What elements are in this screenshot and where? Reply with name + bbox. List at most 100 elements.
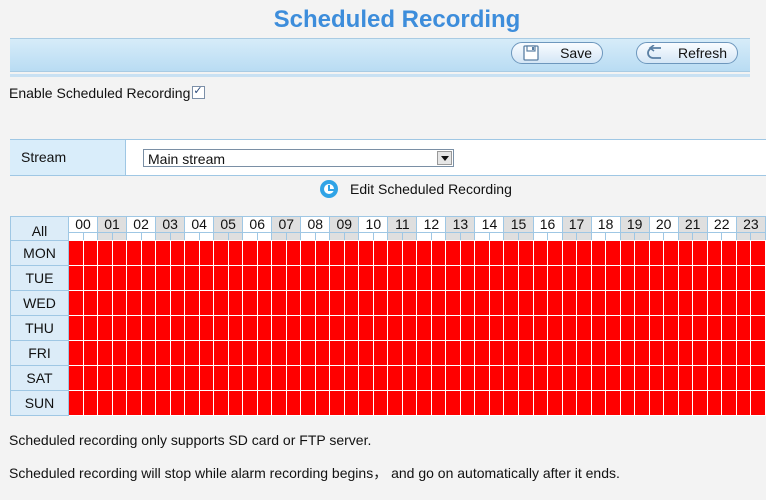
schedule-slot[interactable] xyxy=(459,364,476,391)
schedule-slot[interactable] xyxy=(692,264,708,291)
schedule-slot[interactable] xyxy=(227,339,244,366)
schedule-slot[interactable] xyxy=(401,264,418,291)
schedule-slot[interactable] xyxy=(518,239,534,266)
schedule-slot[interactable] xyxy=(329,264,345,291)
schedule-slot[interactable] xyxy=(735,264,752,291)
schedule-slot[interactable] xyxy=(372,239,389,266)
schedule-slot[interactable] xyxy=(213,264,229,291)
hour-header-19[interactable]: 19 xyxy=(619,216,650,240)
schedule-slot[interactable] xyxy=(648,364,665,391)
schedule-slot[interactable] xyxy=(329,314,345,341)
schedule-slot[interactable] xyxy=(140,364,157,391)
schedule-slot[interactable] xyxy=(605,364,621,391)
schedule-slot[interactable] xyxy=(140,239,157,266)
schedule-slot[interactable] xyxy=(97,339,113,366)
schedule-slot[interactable] xyxy=(430,264,447,291)
schedule-slot[interactable] xyxy=(198,364,215,391)
schedule-slot[interactable] xyxy=(169,364,186,391)
schedule-slot[interactable] xyxy=(518,289,534,316)
schedule-slot[interactable] xyxy=(111,364,128,391)
schedule-slot[interactable] xyxy=(648,339,665,366)
schedule-slot[interactable] xyxy=(416,364,432,391)
hour-header-01[interactable]: 01 xyxy=(97,216,128,240)
schedule-slot[interactable] xyxy=(590,364,607,391)
schedule-slot[interactable] xyxy=(126,339,142,366)
schedule-slot[interactable] xyxy=(82,289,99,316)
schedule-slot[interactable] xyxy=(111,264,128,291)
schedule-slot[interactable] xyxy=(459,239,476,266)
day-label-tue[interactable]: TUE xyxy=(10,264,69,291)
schedule-slot[interactable] xyxy=(343,264,360,291)
schedule-slot[interactable] xyxy=(213,314,229,341)
schedule-slot[interactable] xyxy=(503,239,519,266)
schedule-slot[interactable] xyxy=(343,389,360,416)
schedule-slot[interactable] xyxy=(576,339,592,366)
schedule-slot[interactable] xyxy=(387,239,403,266)
schedule-slot[interactable] xyxy=(198,339,215,366)
stream-select[interactable]: Main stream xyxy=(143,149,454,167)
schedule-slot[interactable] xyxy=(735,314,752,341)
schedule-slot[interactable] xyxy=(459,314,476,341)
schedule-slot[interactable] xyxy=(416,314,432,341)
schedule-slot[interactable] xyxy=(532,339,548,366)
schedule-slot[interactable] xyxy=(648,389,665,416)
schedule-slot[interactable] xyxy=(532,389,548,416)
schedule-slot[interactable] xyxy=(634,239,650,266)
schedule-slot[interactable] xyxy=(155,264,171,291)
schedule-slot[interactable] xyxy=(97,289,113,316)
schedule-slot[interactable] xyxy=(474,364,490,391)
schedule-slot[interactable] xyxy=(140,314,157,341)
schedule-slot[interactable] xyxy=(300,314,316,341)
schedule-slot[interactable] xyxy=(547,239,563,266)
edit-scheduled-recording[interactable]: Edit Scheduled Recording xyxy=(320,180,512,198)
schedule-slot[interactable] xyxy=(648,289,665,316)
schedule-slot[interactable] xyxy=(561,339,578,366)
schedule-slot[interactable] xyxy=(271,289,287,316)
schedule-slot[interactable] xyxy=(663,239,679,266)
schedule-slot[interactable] xyxy=(547,264,563,291)
schedule-slot[interactable] xyxy=(430,339,447,366)
select-all-button[interactable]: All xyxy=(10,216,69,241)
schedule-slot[interactable] xyxy=(677,364,694,391)
schedule-slot[interactable] xyxy=(648,239,665,266)
schedule-slot[interactable] xyxy=(706,364,723,391)
schedule-slot[interactable] xyxy=(184,289,200,316)
schedule-slot[interactable] xyxy=(343,364,360,391)
schedule-slot[interactable] xyxy=(547,389,563,416)
schedule-slot[interactable] xyxy=(430,389,447,416)
schedule-slot[interactable] xyxy=(227,314,244,341)
schedule-slot[interactable] xyxy=(677,389,694,416)
schedule-slot[interactable] xyxy=(155,339,171,366)
schedule-slot[interactable] xyxy=(126,314,142,341)
schedule-slot[interactable] xyxy=(634,314,650,341)
schedule-slot[interactable] xyxy=(430,289,447,316)
schedule-slot[interactable] xyxy=(677,289,694,316)
schedule-slot[interactable] xyxy=(271,364,287,391)
schedule-slot[interactable] xyxy=(184,239,200,266)
hour-header-06[interactable]: 06 xyxy=(242,216,273,240)
schedule-slot[interactable] xyxy=(140,289,157,316)
schedule-slot[interactable] xyxy=(213,289,229,316)
schedule-slot[interactable] xyxy=(285,289,302,316)
schedule-slot[interactable] xyxy=(227,364,244,391)
schedule-slot[interactable] xyxy=(750,364,766,391)
schedule-slot[interactable] xyxy=(198,264,215,291)
schedule-slot[interactable] xyxy=(343,314,360,341)
schedule-slot[interactable] xyxy=(155,364,171,391)
hour-header-00[interactable]: 00 xyxy=(67,216,99,240)
schedule-slot[interactable] xyxy=(605,389,621,416)
schedule-slot[interactable] xyxy=(576,314,592,341)
schedule-slot[interactable] xyxy=(401,364,418,391)
schedule-slot[interactable] xyxy=(634,389,650,416)
schedule-slot[interactable] xyxy=(416,289,432,316)
schedule-slot[interactable] xyxy=(488,364,505,391)
schedule-slot[interactable] xyxy=(735,239,752,266)
schedule-slot[interactable] xyxy=(532,239,548,266)
schedule-slot[interactable] xyxy=(416,239,432,266)
schedule-slot[interactable] xyxy=(387,289,403,316)
schedule-slot[interactable] xyxy=(198,389,215,416)
schedule-slot[interactable] xyxy=(97,389,113,416)
schedule-slot[interactable] xyxy=(488,239,505,266)
schedule-slot[interactable] xyxy=(97,364,113,391)
schedule-slot[interactable] xyxy=(372,264,389,291)
